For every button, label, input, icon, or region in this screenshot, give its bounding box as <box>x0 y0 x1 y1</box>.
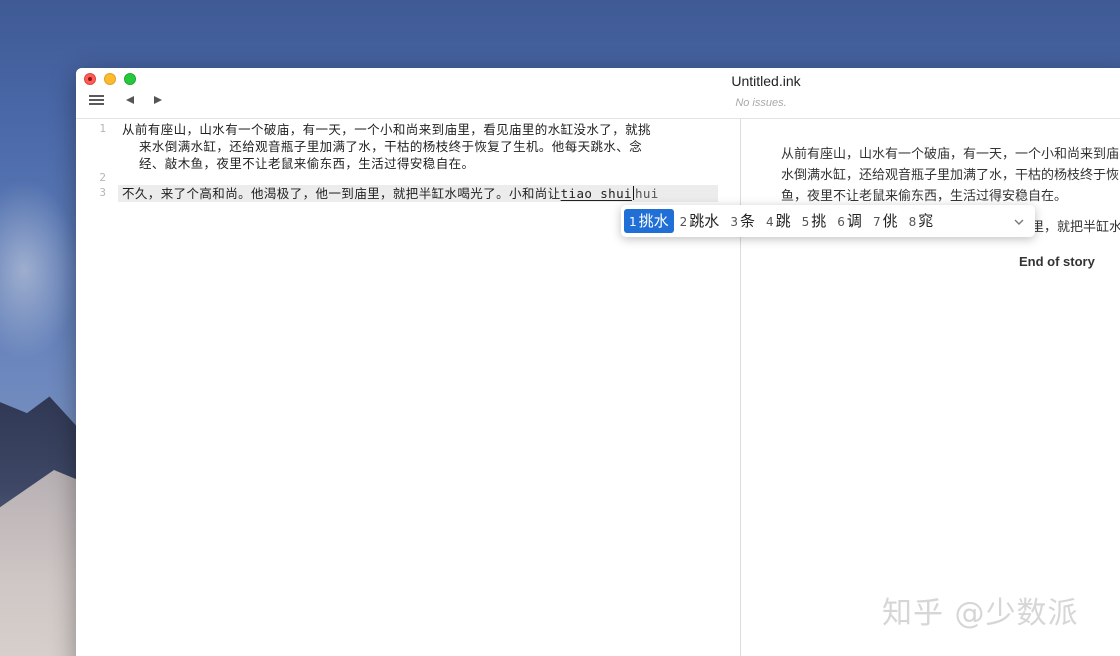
ime-candidate[interactable]: 8窕 <box>904 209 939 233</box>
preview-line: 水倒满水缸，还给观音瓶子里加满了水，干枯的杨枝终于恢 <box>781 168 1120 183</box>
window-title: Untitled.ink <box>731 73 801 89</box>
line-text-main: 从前有座山，山水有一个破庙，有一天，一个小和尚来到庙里，看见庙里的水缸没水了，就… <box>122 122 651 137</box>
candidate-number: 7 <box>872 215 881 229</box>
candidate-number: 5 <box>801 215 810 229</box>
candidate-word: 佻 <box>882 212 898 230</box>
app-window: Untitled.ink No issues. 1 从前有座山，山水有一个破庙，… <box>76 68 1120 656</box>
ime-candidate[interactable]: 1 挑水 <box>624 209 674 233</box>
line-text-wrap: 经、敲木鱼，夜里不让老鼠来偷东西，生活过得安稳自在。 <box>139 156 475 171</box>
ime-candidate[interactable]: 4跳 <box>761 209 796 233</box>
preview-paragraph: 从前有座山，山水有一个破庙，有一天，一个小和尚来到庙 水倒满水缸，还给观音瓶子里… <box>781 144 1120 207</box>
preview-paragraph-partial: 里，就把半缸水 <box>1031 220 1120 235</box>
chevron-down-icon[interactable] <box>1013 213 1025 225</box>
ime-candidate[interactable]: 2 跳水 <box>675 209 725 233</box>
ime-candidate[interactable]: 5挑 <box>797 209 832 233</box>
text-caret <box>632 186 634 200</box>
candidate-number: 2 <box>679 215 688 229</box>
candidate-number: 3 <box>730 215 738 229</box>
line-text[interactable]: 从前有座山，山水有一个破庙，有一天，一个小和尚来到庙里，看见庙里的水缸没水了，就… <box>122 121 722 172</box>
story-preview: 从前有座山，山水有一个破庙，有一天，一个小和尚来到庙 水倒满水缸，还给观音瓶子里… <box>741 119 1120 656</box>
ime-candidate[interactable]: 3条 <box>725 209 760 233</box>
line-number: 3 <box>99 186 106 199</box>
hamburger-menu-icon[interactable] <box>88 92 104 108</box>
triangle-left-icon[interactable] <box>124 92 136 108</box>
candidate-word: 跳 <box>775 212 791 230</box>
triangle-right-icon[interactable] <box>152 92 164 108</box>
end-of-story: End of story <box>1019 254 1095 269</box>
ime-candidate[interactable]: 7佻 <box>868 209 903 233</box>
desktop-cloud <box>0 180 80 360</box>
candidate-word: 调 <box>846 212 862 230</box>
line-text-after-caret: hui <box>634 186 659 201</box>
candidate-word: 窕 <box>918 212 934 230</box>
candidate-number: 1 <box>629 215 637 229</box>
line-text-main: 不久，来了个高和尚。他渴极了，他一到庙里，就把半缸水喝光了。小和尚让 <box>122 186 561 201</box>
candidate-number: 4 <box>765 215 774 229</box>
candidate-word: 跳水 <box>689 212 720 230</box>
preview-line: 鱼，夜里不让老鼠来偷东西，生活过得安稳自在。 <box>781 189 1068 204</box>
minimize-window-button[interactable] <box>104 73 116 85</box>
zoom-window-button[interactable] <box>124 73 136 85</box>
close-window-button[interactable] <box>84 73 96 85</box>
candidate-word: 条 <box>739 212 755 230</box>
candidate-number: 8 <box>908 215 917 229</box>
candidate-word: 挑 <box>811 212 827 230</box>
ime-candidate[interactable]: 6调 <box>832 209 867 233</box>
candidate-word: 挑水 <box>638 212 669 230</box>
ime-candidate-bar: 1 挑水 2 跳水 3条 4跳 5挑 6调 7佻 8窕 <box>621 205 1035 237</box>
line-text[interactable]: 不久，来了个高和尚。他渴极了，他一到庙里，就把半缸水喝光了。小和尚让tiao s… <box>122 185 722 202</box>
watermark: 知乎 @少数派 <box>882 596 1079 631</box>
issues-status: No issues. <box>735 97 787 109</box>
candidate-number: 6 <box>837 215 845 229</box>
title-bar: Untitled.ink No issues. <box>76 68 1120 119</box>
preview-line: 从前有座山，山水有一个破庙，有一天，一个小和尚来到庙 <box>781 147 1120 162</box>
script-editor[interactable]: 1 从前有座山，山水有一个破庙，有一天，一个小和尚来到庙里，看见庙里的水缸没水了… <box>76 119 741 656</box>
line-number: 2 <box>99 171 106 184</box>
line-text-wrap: 来水倒满水缸，还给观音瓶子里加满了水，干枯的杨枝终于恢复了生机。他每天跳水、念 <box>139 139 643 154</box>
line-number: 1 <box>99 122 106 135</box>
ime-composition-text: tiao shui <box>560 186 632 201</box>
